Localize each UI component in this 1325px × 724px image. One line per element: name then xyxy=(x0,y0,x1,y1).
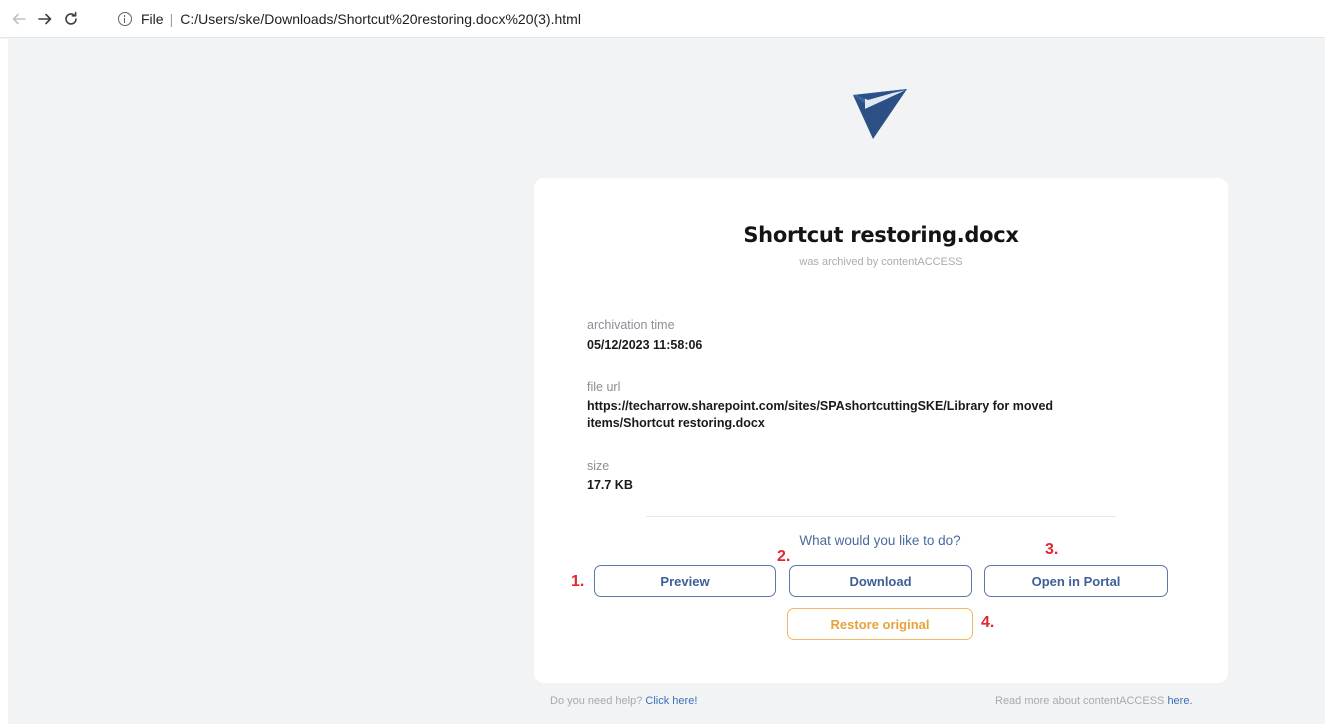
file-title: Shortcut restoring.docx xyxy=(743,223,1019,247)
help-link[interactable]: Click here! xyxy=(645,695,697,707)
marker-4: 4. xyxy=(981,614,995,631)
open-in-portal-button[interactable]: Open in Portal xyxy=(984,565,1168,597)
file-url-value-line2: items/Shortcut restoring.docx xyxy=(587,416,765,430)
read-more-link[interactable]: here. xyxy=(1167,695,1192,707)
action-question: What would you like to do? xyxy=(534,533,1228,548)
marker-1: 1. xyxy=(571,573,585,590)
file-url-label: file url xyxy=(587,380,621,394)
action-question-text: What would you like to do? xyxy=(799,533,961,548)
help-footer: Do you need help? Click here! xyxy=(550,695,697,707)
help-text: Do you need help? xyxy=(550,695,646,707)
archivation-time-label: archivation time xyxy=(587,318,675,332)
divider xyxy=(646,516,1116,517)
size-value: 17.7 KB xyxy=(587,478,633,492)
marker-3: 3. xyxy=(1045,541,1059,558)
restore-original-button[interactable]: Restore original xyxy=(787,608,973,640)
marker-2: 2. xyxy=(777,548,791,565)
arrow-left-icon[interactable] xyxy=(8,8,30,30)
arrow-right-icon[interactable] xyxy=(34,8,56,30)
url-scheme: File xyxy=(141,11,164,27)
size-label: size xyxy=(587,459,610,473)
left-edge xyxy=(0,39,8,724)
preview-button[interactable]: Preview xyxy=(594,565,776,597)
url-text[interactable]: C:/Users/ske/Downloads/Shortcut%20restor… xyxy=(180,11,581,27)
file-url-value-line1: https://techarrow.sharepoint.com/sites/S… xyxy=(587,399,1054,413)
download-button[interactable]: Download xyxy=(789,565,972,597)
url-separator: | xyxy=(169,11,174,27)
reload-icon[interactable] xyxy=(60,8,82,30)
archivation-time-value: 05/12/2023 11:58:06 xyxy=(587,338,703,352)
address-bar[interactable]: File | C:/Users/ske/Downloads/Shortcut%2… xyxy=(116,4,1316,34)
info-icon[interactable] xyxy=(118,12,132,26)
read-more-text: Read more about contentACCESS xyxy=(995,695,1168,707)
archived-by-subtitle: was archived by contentACCESS xyxy=(799,256,963,268)
read-more-footer: Read more about contentACCESS here. xyxy=(995,695,1193,707)
paper-plane-logo xyxy=(851,89,909,141)
browser-toolbar: File | C:/Users/ske/Downloads/Shortcut%2… xyxy=(0,0,1325,38)
